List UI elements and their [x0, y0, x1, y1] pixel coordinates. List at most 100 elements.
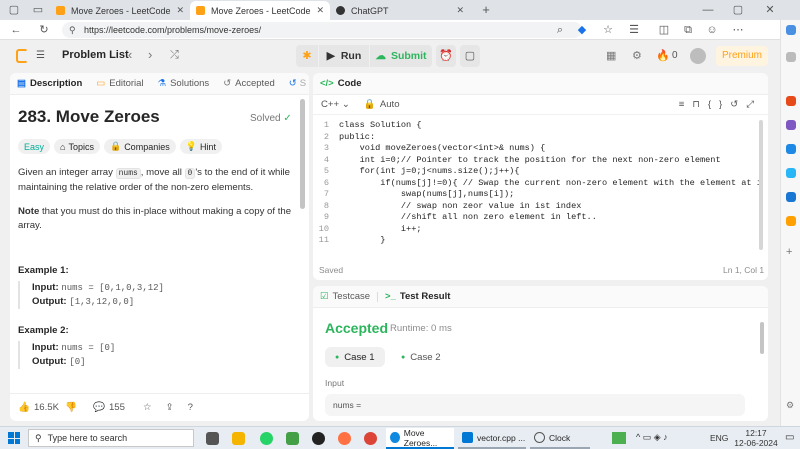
help-icon[interactable]: ?	[188, 402, 193, 413]
code-tab[interactable]: </> Code	[313, 78, 369, 89]
browser-tab-1[interactable]: Move Zeroes - LeetCode ✕	[50, 1, 190, 20]
tab-accepted[interactable]: ↺ Accepted	[216, 78, 282, 89]
close-tab-icon[interactable]: ✕	[176, 5, 184, 16]
browser-tab-3[interactable]: ChatGPT ✕	[330, 1, 470, 20]
thumbs-down-icon[interactable]: 👎	[65, 402, 77, 413]
app-icon[interactable]	[286, 432, 299, 445]
refresh-icon[interactable]: ↻	[36, 22, 52, 38]
auto-mode-label[interactable]: Auto	[380, 99, 400, 110]
timer-icon[interactable]: ⏰	[436, 45, 456, 67]
file-explorer-icon[interactable]	[232, 432, 245, 445]
taskbar-app-vscode[interactable]: vector.cpp ...	[458, 428, 526, 449]
taskbar-search-box[interactable]: ⚲ Type here to search	[28, 429, 194, 447]
code-tab-label: Code	[337, 78, 362, 89]
settings-more-icon[interactable]: ⋯	[730, 22, 746, 38]
browser-tab-2[interactable]: Move Zeroes - LeetCode ✕	[190, 1, 330, 20]
tab-list-icon[interactable]: ▭	[30, 2, 46, 18]
run-button[interactable]: ▶ Run	[319, 45, 369, 67]
new-tab-button[interactable]: +	[478, 2, 494, 18]
weather-icon[interactable]	[612, 432, 626, 444]
description-scrollbar[interactable]	[300, 99, 305, 209]
user-avatar[interactable]	[690, 48, 706, 64]
notes-icon[interactable]: ▢	[460, 45, 480, 67]
site-info-icon[interactable]: ⚲	[69, 22, 76, 38]
share-icon[interactable]: ⇪	[166, 402, 174, 413]
tab-editorial[interactable]: ▭ Editorial	[89, 78, 150, 89]
drop-icon[interactable]	[786, 216, 796, 226]
topics-tag[interactable]: ⌂ Topics	[54, 139, 100, 154]
tools-icon[interactable]	[786, 120, 796, 130]
collections-icon[interactable]: ⧉	[680, 22, 696, 38]
language-select[interactable]: C++ ⌄	[321, 99, 350, 110]
add-sidebar-app-icon[interactable]: +	[786, 246, 792, 258]
comment-icon[interactable]: 💬	[93, 402, 105, 413]
games-icon[interactable]	[786, 144, 796, 154]
case-2-tab[interactable]: ● Case 2	[393, 347, 449, 367]
taskbar-clock[interactable]: 12:17 12-06-2024	[730, 428, 782, 448]
chrome-icon[interactable]	[364, 432, 377, 445]
reset-icon[interactable]: ↺	[730, 99, 746, 110]
tab-submissions[interactable]: ↺ S	[282, 78, 309, 89]
copilot-icon[interactable]	[786, 25, 796, 35]
zoom-icon[interactable]: ⌕	[552, 22, 568, 38]
windows-start-icon[interactable]	[8, 432, 20, 444]
case-1-tab[interactable]: ● Case 1	[325, 347, 385, 367]
layout-icon[interactable]: ▦	[606, 49, 616, 62]
minimize-icon[interactable]: —	[700, 2, 716, 18]
search-icon[interactable]	[786, 52, 796, 62]
browser-menu-icon[interactable]: ▢	[6, 2, 22, 18]
favorites-bar-icon[interactable]: ☰	[626, 22, 642, 38]
whatsapp-icon[interactable]	[260, 432, 273, 445]
close-tab-icon[interactable]: ✕	[456, 5, 464, 16]
taskbar-app-edge[interactable]: Move Zeroes...	[386, 428, 454, 449]
outlook-icon[interactable]	[786, 192, 796, 202]
tab-test-result[interactable]: >_ Test Result	[378, 291, 457, 302]
description-line-2: maintaining the relative order of the no…	[18, 182, 254, 193]
language-indicator[interactable]: ENG	[710, 433, 728, 443]
thumbs-up-icon[interactable]: 👍	[18, 402, 30, 413]
leetcode-logo-icon[interactable]	[16, 49, 28, 63]
hint-tag[interactable]: 💡 Hint	[179, 139, 222, 154]
input-label: Input	[325, 378, 345, 388]
maximize-icon[interactable]: ▢	[730, 2, 746, 18]
address-bar[interactable]: ⚲ https://leetcode.com/problems/move-zer…	[62, 22, 582, 38]
braces-icon[interactable]: {}	[708, 99, 730, 110]
tab-testcase[interactable]: ☑ Testcase	[313, 291, 377, 302]
tab-description[interactable]: ▤ Description	[10, 78, 89, 89]
shopping-icon[interactable]	[786, 96, 796, 106]
format-icon[interactable]: ≡	[679, 99, 693, 110]
premium-button[interactable]: Premium	[716, 46, 768, 66]
split-screen-icon[interactable]: ◫	[656, 22, 672, 38]
settings-icon[interactable]: ⚙	[632, 49, 642, 62]
bookmark-icon[interactable]: ⊓	[692, 99, 708, 110]
star-icon[interactable]: ☆	[143, 402, 152, 413]
back-icon[interactable]: ←	[8, 22, 24, 38]
task-view-icon[interactable]	[206, 432, 219, 445]
system-tray-icons[interactable]: ^ ▭ ◈ ♪	[636, 432, 668, 443]
close-tab-icon[interactable]: ✕	[316, 5, 324, 16]
shuffle-icon[interactable]: ⤮	[170, 49, 179, 62]
favorite-icon[interactable]: ☆	[600, 22, 616, 38]
problem-list-link[interactable]: Problem List	[62, 49, 129, 61]
close-window-icon[interactable]: ✕	[762, 2, 778, 18]
debug-icon[interactable]: ✱	[296, 45, 318, 67]
taskbar-app-clock[interactable]: Clock	[530, 428, 590, 449]
github-icon[interactable]	[312, 432, 325, 445]
submit-button[interactable]: ☁ Submit	[370, 45, 432, 67]
problem-list-icon[interactable]: ☰	[36, 50, 45, 61]
tab-solutions[interactable]: ⚗ Solutions	[151, 78, 217, 89]
office-icon[interactable]	[786, 168, 796, 178]
profile-icon[interactable]: ☺	[704, 22, 720, 38]
next-problem-icon[interactable]: ›	[148, 47, 152, 62]
streak-fire-icon[interactable]: 🔥	[656, 49, 670, 62]
fullscreen-icon[interactable]: ⤢	[746, 99, 762, 110]
notifications-icon[interactable]: ▭	[785, 432, 794, 443]
code-scrollbar[interactable]	[759, 120, 763, 250]
firefox-icon[interactable]	[338, 432, 351, 445]
code-editor[interactable]: 1 class Solution { 2 public: 3 void moveZe…	[313, 120, 763, 255]
previous-problem-icon[interactable]: ‹	[128, 47, 132, 62]
sidebar-settings-icon[interactable]: ⚙	[786, 400, 794, 411]
extension-icon[interactable]: ◆	[574, 22, 590, 38]
result-scrollbar[interactable]	[760, 322, 764, 354]
companies-tag[interactable]: 🔒 Companies	[103, 139, 176, 154]
